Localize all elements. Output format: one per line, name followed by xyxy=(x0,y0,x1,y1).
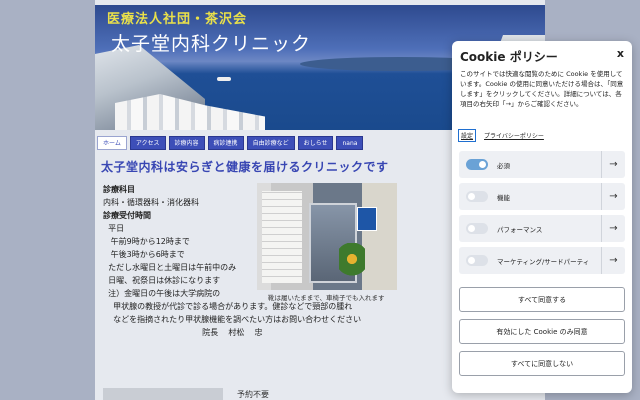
nav-tab-news[interactable]: おしらせ xyxy=(297,136,334,150)
toggle-switch[interactable] xyxy=(466,223,488,234)
photo-sign xyxy=(357,207,377,231)
toggle-switch[interactable] xyxy=(466,255,488,266)
category-label: パフォーマンス xyxy=(497,225,543,234)
accept-all-button[interactable]: すべて同意する xyxy=(459,287,625,312)
photo-plant xyxy=(339,243,365,283)
category-label: 機能 xyxy=(497,193,510,202)
reject-all-button[interactable]: すべてに同意しない xyxy=(459,351,625,376)
category-label: 必須 xyxy=(497,161,510,170)
toggle-switch[interactable] xyxy=(466,159,488,170)
cookie-category-performance[interactable]: パフォーマンス → xyxy=(459,215,625,242)
info-line: などを指摘されたり甲状腺機能を調べたい方はお問い合わせください xyxy=(103,315,362,324)
arrow-right-icon[interactable]: → xyxy=(601,247,625,274)
reservation-note: 予約不要 xyxy=(237,390,269,399)
main-nav: ホーム アクセス 診療内容 病診連携 自由診療など おしらせ nana xyxy=(97,136,364,150)
close-icon[interactable]: x xyxy=(617,47,624,60)
banner-boat xyxy=(217,77,231,81)
toggle-knob xyxy=(468,225,475,232)
nav-tab-free-care[interactable]: 自由診療など xyxy=(246,136,295,150)
nav-tab-access[interactable]: アクセス xyxy=(129,136,166,150)
org-name: 医療法人社団・茶沢会 xyxy=(107,12,248,27)
privacy-policy-link[interactable]: プライバシーポリシー xyxy=(484,131,544,140)
settings-link[interactable]: 設定 xyxy=(458,129,477,142)
arrow-right-icon[interactable]: → xyxy=(601,151,625,178)
clinic-name[interactable]: 太子堂内科クリニック xyxy=(111,29,311,56)
cookie-category-required[interactable]: 必須 → xyxy=(459,151,625,178)
arrow-right-icon[interactable]: → xyxy=(601,215,625,242)
nav-tab-home[interactable]: ホーム xyxy=(97,136,127,150)
nav-tab-services[interactable]: 診療内容 xyxy=(168,136,205,150)
cookie-category-functional[interactable]: 機能 → xyxy=(459,183,625,210)
cookie-consent-dialog: Cookie ポリシー x このサイトでは快適な閲覧のために Cookie を使… xyxy=(452,41,632,393)
entrance-photo xyxy=(257,183,397,290)
cookie-links: 設定 プライバシーポリシー xyxy=(458,129,544,142)
photo-tile-wall xyxy=(262,191,302,283)
bottom-image xyxy=(103,388,223,400)
page-headline: 太子堂内科は安らぎと健康を届けるクリニックです xyxy=(101,160,389,174)
cookie-description: このサイトでは快適な閲覧のために Cookie を使用しています。Cookie … xyxy=(460,70,624,108)
photo-caption: 靴は履いたままで、車椅子でも入れます xyxy=(268,294,385,302)
toggle-switch[interactable] xyxy=(466,191,488,202)
toggle-knob xyxy=(479,161,486,168)
nav-tab-nana[interactable]: nana xyxy=(336,136,364,150)
cookie-title: Cookie ポリシー xyxy=(460,50,558,64)
director-signature: 院長 村松 忠 xyxy=(103,328,263,337)
toggle-knob xyxy=(468,193,475,200)
accept-selected-button[interactable]: 有効にした Cookie のみ同意 xyxy=(459,319,625,344)
category-label: マーケティング/サードパーティ xyxy=(497,257,590,266)
cookie-category-marketing[interactable]: マーケティング/サードパーティ → xyxy=(459,247,625,274)
arrow-right-icon[interactable]: → xyxy=(601,183,625,210)
nav-tab-cooperation[interactable]: 病診連携 xyxy=(207,136,244,150)
toggle-knob xyxy=(468,257,475,264)
